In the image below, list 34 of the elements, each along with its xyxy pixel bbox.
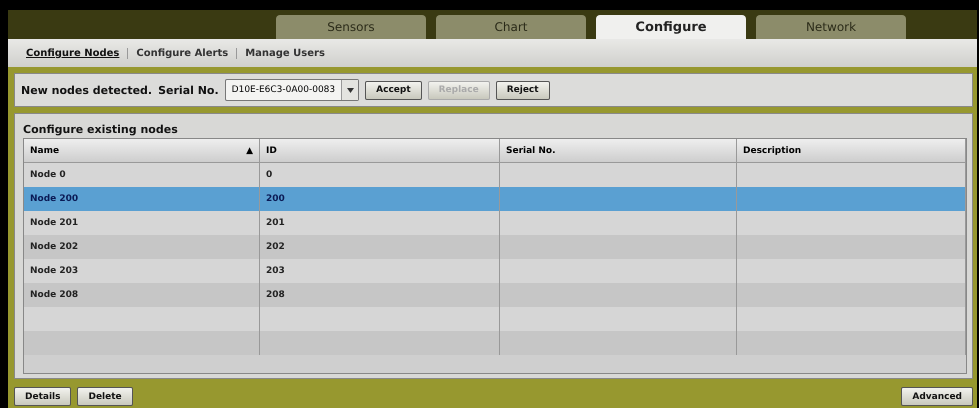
subnav-link[interactable]: Configure Nodes [18, 48, 128, 59]
table-cell: 202 [260, 235, 500, 259]
action-button[interactable]: Reject [496, 80, 550, 100]
footer-button[interactable]: Advanced [901, 387, 973, 406]
detection-message: New nodes detected. [21, 84, 152, 96]
tab[interactable]: Configure [596, 15, 746, 40]
serial-dropdown[interactable]: D10E-E6C3-0A00-0083 [224, 79, 360, 101]
table-cell: Node 0 [24, 163, 260, 187]
column-header[interactable]: Description [737, 139, 966, 163]
panel-title: Configure existing nodes [23, 122, 179, 138]
subnav-link[interactable]: Manage Users [236, 48, 333, 59]
table-cell: 203 [260, 259, 500, 283]
subnav-link[interactable]: Configure Alerts [127, 48, 236, 59]
footer-button[interactable]: Details [14, 387, 72, 406]
table-cell: Node 203 [24, 259, 260, 283]
column-header[interactable]: Serial No. [500, 139, 737, 163]
tab[interactable]: Chart [436, 15, 586, 40]
tab[interactable]: Sensors [276, 15, 426, 40]
table-cell: Node 201 [24, 211, 260, 235]
action-button[interactable]: Accept [365, 80, 422, 100]
column-header[interactable]: Name ▲ [24, 139, 260, 163]
table-cell: 201 [260, 211, 500, 235]
table-cell: 200 [260, 187, 500, 211]
sort-indicator: ▲ [246, 146, 253, 156]
caret-icon [346, 88, 354, 92]
table-cell: Node 202 [24, 235, 260, 259]
tab[interactable]: Network [756, 15, 906, 40]
table-cell: 0 [260, 163, 500, 187]
column-header[interactable]: ID [260, 139, 500, 163]
table-cell: 208 [260, 283, 500, 307]
table-cell: Node 200 [24, 187, 260, 211]
table-cell: Node 208 [24, 283, 260, 307]
footer-button[interactable]: Delete [77, 387, 133, 406]
serial-label: Serial No. [158, 84, 219, 96]
